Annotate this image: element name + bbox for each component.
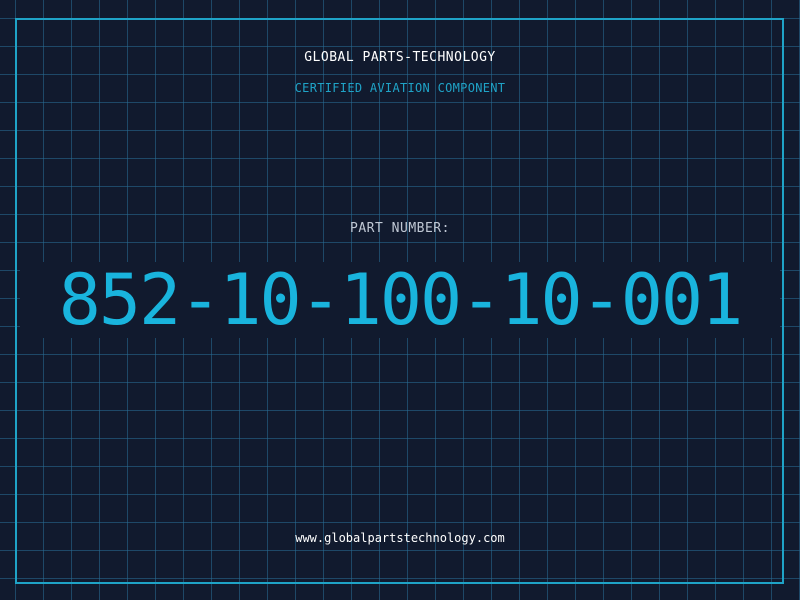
part-number-value: 852-10-100-10-001 xyxy=(58,259,743,341)
part-number-label: PART NUMBER: xyxy=(350,221,450,236)
company-tagline: CERTIFIED AVIATION COMPONENT xyxy=(294,81,506,95)
website-url: www.globalpartstechnology.com xyxy=(295,531,505,545)
company-name: GLOBAL PARTS-TECHNOLOGY xyxy=(304,50,496,65)
blueprint-canvas: GLOBAL PARTS-TECHNOLOGY CERTIFIED AVIATI… xyxy=(0,0,800,600)
